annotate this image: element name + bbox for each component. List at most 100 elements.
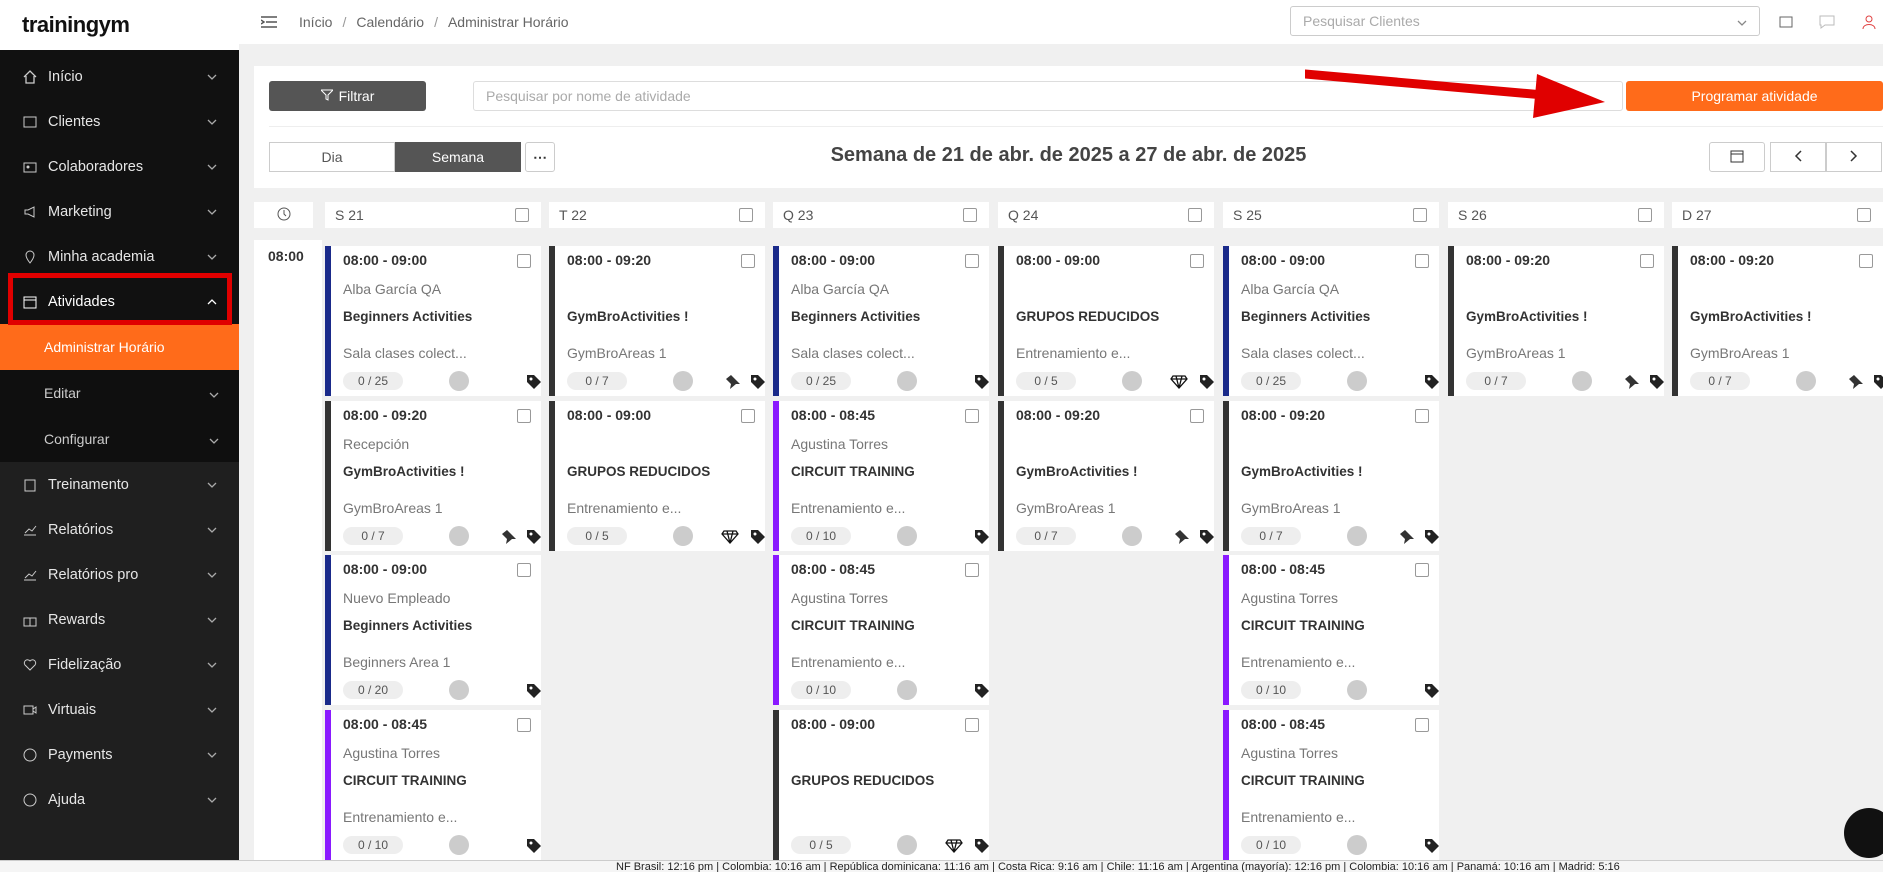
prev-week-button[interactable] — [1770, 142, 1826, 172]
activity-card[interactable]: 08:00 - 09:00 Nuevo Empleado Beginners Act… — [325, 555, 541, 705]
activity-select-checkbox[interactable] — [1640, 254, 1654, 268]
sidebar-item-treinamento[interactable]: Treinamento — [0, 462, 239, 507]
breadcrumb-inicio[interactable]: Início — [299, 14, 332, 30]
activity-name: Beginners Activities — [791, 309, 921, 324]
sidebar-subitem-editar[interactable]: Editar — [0, 370, 239, 416]
activity-area: Sala clases colect... — [791, 345, 915, 361]
sidebar-item-inicio[interactable]: Início — [0, 54, 239, 99]
activity-card[interactable]: 08:00 - 09:00 Alba García QA Beginners Act… — [325, 246, 541, 396]
activity-area: Sala clases colect... — [1241, 345, 1365, 361]
activity-time: 08:00 - 08:45 — [1241, 716, 1326, 732]
activity-select-checkbox[interactable] — [1415, 409, 1429, 423]
menu-toggle-icon[interactable] — [261, 16, 277, 28]
activity-card[interactable]: 08:00 - 09:00 GRUPOS REDUCIDOS 0 / 5 — [773, 710, 989, 860]
sidebar-item-marketing[interactable]: Marketing — [0, 189, 239, 234]
activity-time: 08:00 - 08:45 — [343, 716, 428, 732]
activity-card[interactable]: 08:00 - 08:45 Agustina Torres CIRCUIT TRAI… — [1223, 710, 1439, 860]
activity-select-checkbox[interactable] — [517, 409, 531, 423]
activity-card[interactable]: 08:00 - 08:45 Agustina Torres CIRCUIT TRAI… — [325, 710, 541, 860]
day-select-checkbox[interactable] — [515, 208, 529, 222]
activity-instructor: Alba García QA — [343, 281, 442, 297]
activity-card[interactable]: 08:00 - 08:45 Agustina Torres CIRCUIT TRAI… — [1223, 555, 1439, 705]
sidebar-item-rewards[interactable]: Rewards — [0, 597, 239, 642]
sidebar-item-fidelizacao[interactable]: Fidelização — [0, 642, 239, 687]
activity-area: Entrenamiento e... — [1241, 654, 1356, 670]
badge-icon — [22, 159, 38, 175]
sidebar-item-payments[interactable]: Payments — [0, 732, 239, 777]
activity-card[interactable]: 08:00 - 09:00 GRUPOS REDUCIDOS Entrenamien… — [998, 246, 1214, 396]
activity-select-checkbox[interactable] — [1859, 254, 1873, 268]
activity-select-checkbox[interactable] — [741, 409, 755, 423]
id-card-icon[interactable] — [1776, 12, 1796, 32]
activity-select-checkbox[interactable] — [965, 409, 979, 423]
day-select-checkbox[interactable] — [1638, 208, 1652, 222]
activity-card[interactable]: 08:00 - 08:45 Agustina Torres CIRCUIT TRAI… — [773, 401, 989, 551]
tag-icon — [1424, 374, 1440, 390]
activity-name: GymBroActivities ! — [1016, 464, 1138, 479]
sidebar-subitem-label: Administrar Horário — [44, 339, 165, 355]
location-pin-icon — [22, 249, 38, 265]
activity-select-checkbox[interactable] — [741, 254, 755, 268]
activity-card[interactable]: 08:00 - 09:20 GymBroActivities ! GymBroAre… — [1672, 246, 1883, 396]
activity-card[interactable]: 08:00 - 09:20 GymBroActivities ! GymBroAre… — [998, 401, 1214, 551]
activity-name: GRUPOS REDUCIDOS — [567, 464, 711, 479]
activity-capacity: 0 / 10 — [343, 836, 403, 854]
day-select-checkbox[interactable] — [1857, 208, 1871, 222]
sidebar-item-relatorios-pro[interactable]: Relatórios pro — [0, 552, 239, 597]
breadcrumb-calendario[interactable]: Calendário — [356, 14, 424, 30]
breadcrumb-separator: / — [342, 14, 347, 30]
sidebar-item-label: Início — [48, 68, 83, 85]
activity-time: 08:00 - 09:20 — [343, 407, 428, 423]
activity-name: Beginners Activities — [1241, 309, 1371, 324]
sidebar-item-relatorios[interactable]: Relatórios — [0, 507, 239, 552]
next-week-button[interactable] — [1826, 142, 1882, 172]
activity-select-checkbox[interactable] — [965, 718, 979, 732]
day-select-checkbox[interactable] — [739, 208, 753, 222]
activity-select-checkbox[interactable] — [517, 254, 531, 268]
activity-card[interactable]: 08:00 - 09:20 GymBroActivities ! GymBroAre… — [549, 246, 765, 396]
activity-capacity: 0 / 7 — [567, 372, 627, 390]
sidebar-subitem-configurar[interactable]: Configurar — [0, 416, 239, 462]
sidebar-subitem-administrar-horario[interactable]: Administrar Horário — [0, 324, 239, 370]
activity-area: GymBroAreas 1 — [1466, 345, 1566, 361]
day-select-checkbox[interactable] — [1413, 208, 1427, 222]
activity-select-checkbox[interactable] — [1415, 254, 1429, 268]
client-search-select[interactable]: Pesquisar Clientes — [1290, 6, 1760, 36]
activity-capacity: 0 / 10 — [791, 681, 851, 699]
activity-name: Beginners Activities — [343, 618, 473, 633]
sidebar-item-colaboradores[interactable]: Colaboradores — [0, 144, 239, 189]
activity-select-checkbox[interactable] — [965, 563, 979, 577]
tag-icon — [1424, 683, 1440, 699]
activity-select-checkbox[interactable] — [517, 563, 531, 577]
activity-card[interactable]: 08:00 - 09:00 Alba García QA Beginners Act… — [1223, 246, 1439, 396]
day-select-checkbox[interactable] — [1188, 208, 1202, 222]
activity-card[interactable]: 08:00 - 09:20 Recepción GymBroActivities !… — [325, 401, 541, 551]
chat-bubble-button[interactable] — [1844, 808, 1883, 858]
activity-select-checkbox[interactable] — [517, 718, 531, 732]
activity-card[interactable]: 08:00 - 09:00 GRUPOS REDUCIDOS Entrenamien… — [549, 401, 765, 551]
activity-card[interactable]: 08:00 - 08:45 Agustina Torres CIRCUIT TRAI… — [773, 555, 989, 705]
chart-icon — [22, 522, 38, 538]
activity-card[interactable]: 08:00 - 09:20 GymBroActivities ! GymBroAre… — [1223, 401, 1439, 551]
activity-card[interactable]: 08:00 - 09:00 Alba García QA Beginners Act… — [773, 246, 989, 396]
client-search-placeholder: Pesquisar Clientes — [1303, 13, 1420, 29]
sidebar-item-virtuais[interactable]: Virtuais — [0, 687, 239, 732]
activity-select-checkbox[interactable] — [965, 254, 979, 268]
calendar-picker-button[interactable] — [1709, 142, 1765, 172]
tag-icon — [526, 529, 542, 545]
activity-card[interactable]: 08:00 - 09:20 GymBroActivities ! GymBroAre… — [1448, 246, 1664, 396]
activity-select-checkbox[interactable] — [1190, 409, 1204, 423]
sidebar-item-ajuda[interactable]: Ajuda — [0, 777, 239, 822]
activity-select-checkbox[interactable] — [1415, 563, 1429, 577]
activity-select-checkbox[interactable] — [1415, 718, 1429, 732]
dollar-icon — [22, 747, 38, 763]
sidebar-item-clientes[interactable]: Clientes — [0, 99, 239, 144]
program-activity-button[interactable]: Programar atividade — [1626, 81, 1883, 111]
activity-select-checkbox[interactable] — [1190, 254, 1204, 268]
filter-button[interactable]: Filtrar — [269, 81, 426, 111]
day-select-checkbox[interactable] — [963, 208, 977, 222]
user-alert-icon[interactable] — [1859, 12, 1879, 32]
chat-icon[interactable] — [1817, 12, 1837, 32]
activity-capacity: 0 / 10 — [791, 527, 851, 545]
activity-name: GymBroActivities ! — [567, 309, 689, 324]
